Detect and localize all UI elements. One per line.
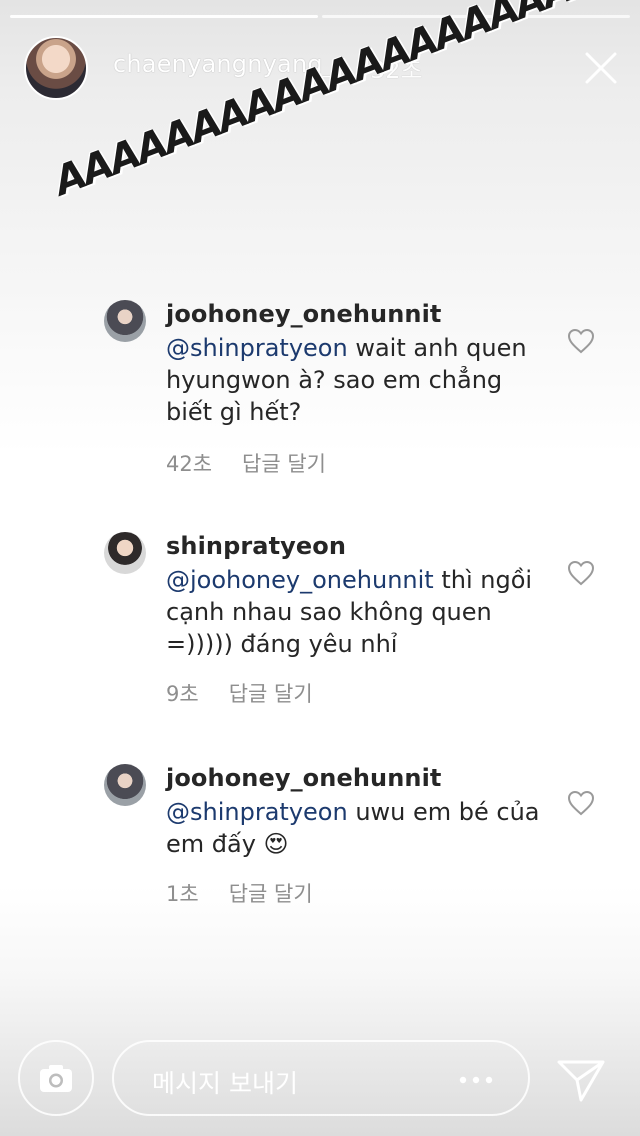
comment-mention: @joohoney_onehunnit bbox=[166, 566, 434, 594]
comment-text: @joohoney_onehunnit thì ngồi cạnh nhau s… bbox=[166, 564, 546, 660]
more-options-icon[interactable] bbox=[458, 1076, 494, 1084]
comment-avatar bbox=[104, 300, 146, 342]
reply-label: 답글 달기 bbox=[228, 682, 313, 706]
comment-username: shinpratyeon bbox=[166, 532, 347, 560]
comment-time: 9초 bbox=[166, 682, 199, 706]
comment-username: joohoney_onehunnit bbox=[166, 300, 442, 328]
comment-mention: @shinpratyeon bbox=[166, 334, 348, 362]
text-sticker: AAAAAAAAAAAAAAAAAAAA bbox=[48, 0, 606, 205]
comment-mention: @shinpratyeon bbox=[166, 798, 348, 826]
comment-text: @shinpratyeon uwu em bé của em đấy 😍 bbox=[166, 796, 546, 860]
comment-time: 42초 bbox=[166, 452, 213, 476]
comment-meta: 1초 답글 달기 bbox=[166, 878, 313, 908]
story-author-avatar[interactable] bbox=[24, 36, 88, 100]
comment-text: @shinpratyeon wait anh quen hyungwon à? … bbox=[166, 332, 546, 428]
camera-icon bbox=[40, 1065, 72, 1092]
heart-icon bbox=[567, 790, 595, 816]
message-input-placeholder: 메시지 보내기 bbox=[152, 1069, 298, 1098]
close-icon[interactable] bbox=[583, 50, 619, 86]
comment-avatar bbox=[104, 764, 146, 806]
reply-label: 답글 달기 bbox=[228, 882, 313, 906]
reply-label: 답글 달기 bbox=[242, 452, 327, 476]
comment-username: joohoney_onehunnit bbox=[166, 764, 442, 792]
send-icon[interactable] bbox=[555, 1056, 607, 1104]
comment-meta: 42초 답글 달기 bbox=[166, 448, 326, 478]
camera-button[interactable] bbox=[18, 1040, 94, 1116]
heart-icon bbox=[567, 328, 595, 354]
story-reply-bar: 메시지 보내기 bbox=[0, 1020, 640, 1136]
comment-avatar bbox=[104, 532, 146, 574]
story-progress-bar-current bbox=[10, 15, 318, 18]
message-input[interactable]: 메시지 보내기 bbox=[112, 1040, 530, 1116]
comment-time: 1초 bbox=[166, 882, 199, 906]
comment-meta: 9초 답글 달기 bbox=[166, 678, 313, 708]
heart-icon bbox=[567, 560, 595, 586]
